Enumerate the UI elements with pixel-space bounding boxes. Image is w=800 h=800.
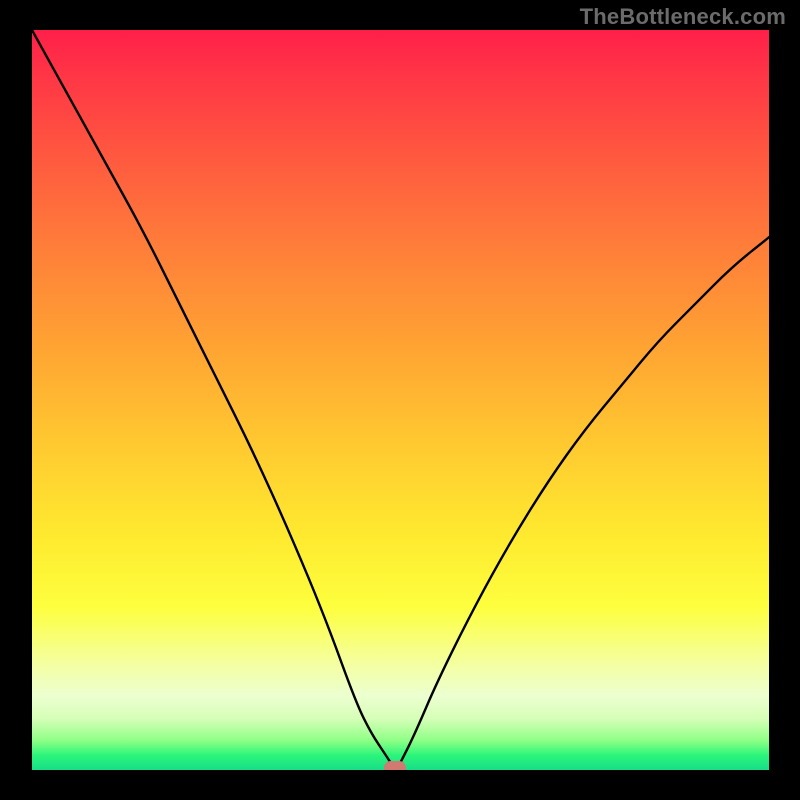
chart-frame: TheBottleneck.com [0,0,800,800]
plot-area [32,30,769,770]
bottleneck-curve [32,30,769,770]
minimum-marker [384,761,406,770]
watermark-text: TheBottleneck.com [580,4,786,30]
